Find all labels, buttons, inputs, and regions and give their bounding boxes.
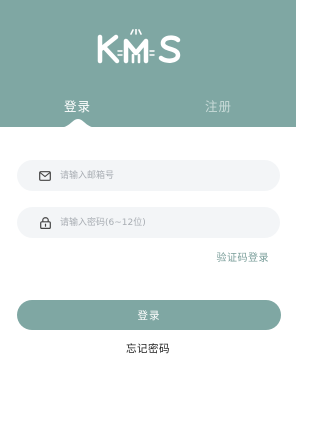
tab-register[interactable]: 注册: [205, 97, 232, 117]
header-banner: 登录 注册: [0, 0, 296, 127]
lock-icon: [38, 216, 52, 230]
password-field[interactable]: [17, 207, 280, 238]
kms-logo-icon: [97, 29, 181, 64]
app-logo: [0, 26, 296, 72]
sms-code-login-link[interactable]: 验证码登录: [217, 249, 270, 264]
email-input[interactable]: [60, 165, 260, 186]
active-tab-indicator: [58, 119, 98, 128]
email-field[interactable]: [17, 160, 280, 191]
forgot-password-link[interactable]: 忘记密码: [0, 341, 296, 356]
envelope-icon: [38, 169, 52, 183]
password-input[interactable]: [60, 212, 260, 233]
tab-login[interactable]: 登录: [64, 97, 91, 117]
login-button[interactable]: 登录: [17, 300, 281, 330]
